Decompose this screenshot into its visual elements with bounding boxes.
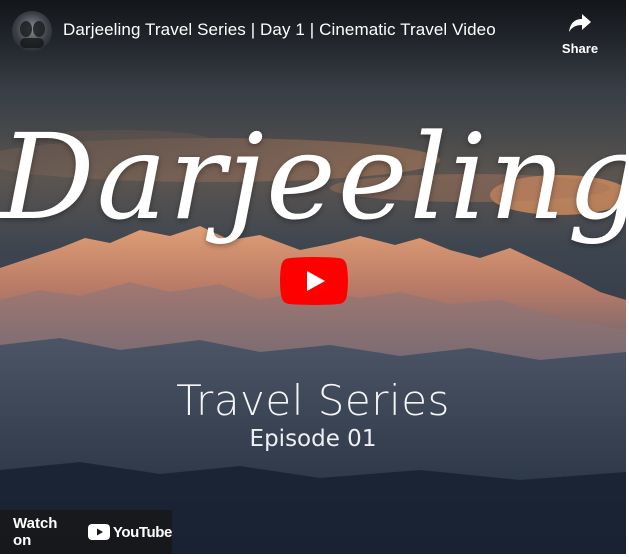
channel-avatar[interactable] [12,11,52,51]
thumbnail-subtitle: Travel Series [176,376,450,425]
thumbnail-title: Darjeeling [0,108,626,246]
youtube-play-icon [87,524,110,540]
play-icon [280,257,348,305]
share-button[interactable]: Share [556,12,604,56]
share-label: Share [561,41,599,56]
embedded-video-player[interactable]: Darjeeling Travel Series | Day 1 | Cinem… [0,0,626,554]
youtube-logo: YouTube [87,523,173,541]
share-arrow-icon [569,14,591,32]
watch-on-label: Watch on [13,515,58,549]
youtube-wordmark: YouTube [112,523,173,541]
header-gradient [0,0,626,90]
thumbnail-episode: Episode 01 [249,426,377,452]
avatar-icon [20,21,45,48]
play-button[interactable] [280,257,348,305]
video-title[interactable]: Darjeeling Travel Series | Day 1 | Cinem… [63,20,496,40]
watch-on-youtube-button[interactable]: Watch on YouTube [0,510,172,554]
